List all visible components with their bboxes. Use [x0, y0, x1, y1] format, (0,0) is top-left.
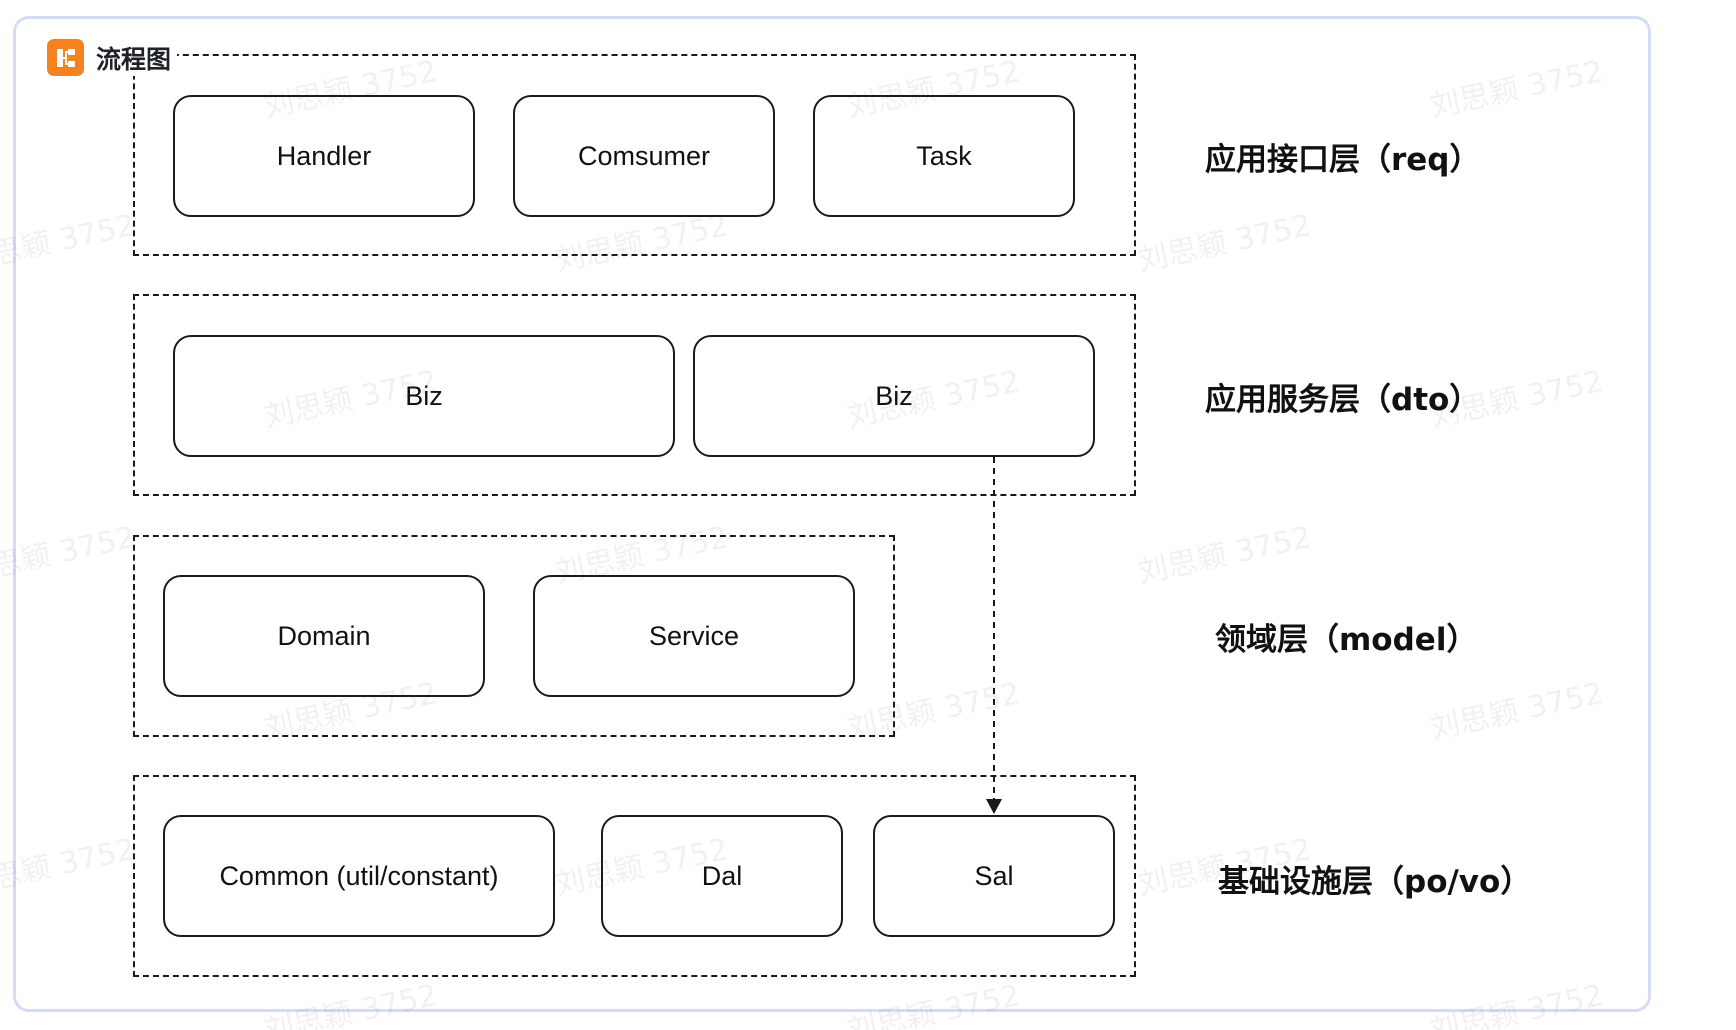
node-sal[interactable]: Sal: [873, 815, 1115, 937]
diagram-title: 流程图: [96, 44, 172, 74]
node-biz-left[interactable]: Biz: [173, 335, 675, 457]
diagram-canvas: 流程图 Handler Comsumer Task 应用接口层（req） Biz…: [0, 0, 1736, 1030]
layer-label-service: 应用服务层（dto）: [1205, 382, 1481, 418]
node-service[interactable]: Service: [533, 575, 855, 697]
node-common[interactable]: Common (util/constant): [163, 815, 555, 937]
node-comsumer[interactable]: Comsumer: [513, 95, 775, 217]
node-handler[interactable]: Handler: [173, 95, 475, 217]
layer-label-infrastructure: 基础设施层（po/vo）: [1218, 864, 1532, 900]
diagram-header: 流程图: [47, 39, 178, 76]
layer-label-interface: 应用接口层（req）: [1205, 142, 1481, 178]
node-biz-right[interactable]: Biz: [693, 335, 1095, 457]
edge-arrowhead: [986, 799, 1002, 814]
layer-label-domain: 领域层（model）: [1215, 622, 1478, 658]
node-task[interactable]: Task: [813, 95, 1075, 217]
node-dal[interactable]: Dal: [601, 815, 843, 937]
node-domain[interactable]: Domain: [163, 575, 485, 697]
flowchart-icon: [47, 39, 84, 76]
